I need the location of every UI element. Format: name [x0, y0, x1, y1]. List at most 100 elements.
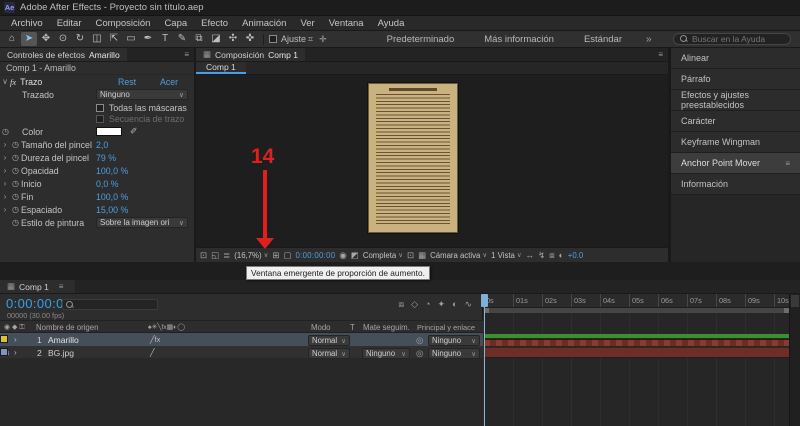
tab-timeline-comp1[interactable]: ▦ Comp 1 ≡ — [0, 280, 76, 293]
menu-item[interactable]: Archivo — [4, 16, 50, 30]
timeline-scrollbar[interactable] — [789, 294, 800, 426]
menu-item[interactable]: Efecto — [194, 16, 235, 30]
home-icon[interactable]: ⌂ — [4, 32, 20, 46]
expand-chevron-icon[interactable]: › — [0, 166, 10, 175]
reset-effect-link[interactable]: Rest — [118, 77, 136, 87]
puppet-pin-tool-icon[interactable]: ✜ — [242, 32, 258, 46]
panel-menu-icon[interactable]: ≡ — [184, 50, 189, 59]
timeline-empty-area[interactable] — [0, 359, 483, 426]
parent-pickwhip-icon[interactable]: ◎ — [416, 335, 423, 346]
eyedropper-icon[interactable]: ✐ — [130, 126, 138, 137]
comp-mini-flowchart-icon[interactable]: ⧈ — [398, 299, 404, 310]
menu-item[interactable]: Ayuda — [371, 16, 412, 30]
layer-name[interactable]: Amarillo — [48, 335, 79, 345]
region-of-interest-icon[interactable]: ⊡ — [407, 251, 414, 260]
docked-panel-tab[interactable]: Párrafo ≡ — [671, 69, 800, 90]
selection-tool-icon[interactable]: ➤ — [21, 32, 37, 46]
opacity-value[interactable]: 100,0 % — [96, 166, 128, 176]
brush-tool-icon[interactable]: ✎ — [174, 32, 190, 46]
blend-mode-select[interactable]: Normal ∨ — [308, 348, 350, 359]
layer-row-amarillo[interactable]: › 1 Amarillo ╱fx Normal ∨ ◎ Ninguno ∨ — [0, 333, 483, 346]
pan-behind-tool-icon[interactable]: ⇱ — [106, 32, 122, 46]
docked-panel-tab[interactable]: Anchor Point Mover ≡ — [671, 153, 800, 174]
parent-select[interactable]: Ninguno ∨ — [428, 348, 480, 359]
menu-item[interactable]: Composición — [89, 16, 158, 30]
viewer-tab-comp1[interactable]: Comp 1 — [196, 62, 246, 74]
workspace-tab[interactable]: Estándar — [584, 34, 622, 45]
preview-favor-icon[interactable]: ⊡ — [200, 251, 207, 260]
camera-tool-icon[interactable]: ◫ — [89, 32, 105, 46]
snapshot-icon[interactable]: ◉ — [339, 251, 346, 260]
tab-effect-controls[interactable]: Controles de efectos Amarillo — [0, 48, 127, 61]
snap-features-icon[interactable]: ✛ — [319, 34, 327, 45]
expand-chevron-icon[interactable]: › — [14, 348, 17, 357]
menu-item[interactable]: Editar — [50, 16, 89, 30]
end-value[interactable]: 100,0 % — [96, 192, 128, 202]
column-parent-link[interactable]: Principal y enlace — [417, 323, 475, 332]
column-t[interactable]: T — [350, 323, 355, 332]
docked-panel-tab[interactable]: Información ≡ — [671, 174, 800, 195]
workspace-tab[interactable]: Más información — [484, 34, 554, 45]
fast-previews-icon[interactable]: ↯ — [538, 251, 545, 260]
stopwatch-icon[interactable]: ◷ — [10, 205, 21, 214]
docked-panel-tab[interactable]: Efectos y ajustes preestablecidos ≡ — [671, 90, 800, 111]
layer-duration-bar-bg[interactable] — [484, 347, 789, 358]
brush-size-value[interactable]: 2,0 — [96, 140, 108, 150]
panel-menu-icon[interactable]: ≡ — [59, 282, 64, 291]
view-layout-icon[interactable]: ◱ — [211, 251, 219, 260]
layer-row-bg[interactable]: ◉ › 2 BG.jpg ╱ Normal∨ Ninguno∨ ◎ Ningun… — [0, 346, 483, 359]
clone-stamp-tool-icon[interactable]: ⧉ — [191, 32, 207, 46]
stopwatch-icon[interactable]: ◷ — [10, 166, 21, 175]
help-search-input[interactable] — [692, 34, 800, 44]
start-value[interactable]: 0,0 % — [96, 179, 119, 189]
path-select[interactable]: Ninguno ∨ — [96, 89, 188, 100]
expand-chevron-icon[interactable]: › — [0, 192, 10, 201]
motion-blur-icon[interactable]: ◐ — [452, 299, 457, 310]
stopwatch-icon[interactable]: ◷ — [0, 127, 11, 136]
menu-item[interactable]: Ver — [293, 16, 321, 30]
menu-item[interactable]: Ventana — [322, 16, 371, 30]
workspace-overflow-icon[interactable]: » — [646, 34, 652, 45]
layer-switches[interactable]: ╱ — [150, 348, 155, 357]
workspace-tab[interactable]: Predeterminado — [387, 34, 455, 45]
stopwatch-icon[interactable]: ◷ — [10, 140, 21, 149]
draft-3d-icon[interactable]: ◇ — [411, 299, 418, 310]
label-color-swatch[interactable] — [0, 348, 8, 356]
expand-chevron-icon[interactable]: › — [0, 179, 10, 188]
label-color-swatch[interactable] — [0, 335, 8, 343]
about-effect-link[interactable]: Acer — [160, 77, 178, 87]
docked-panel-tab[interactable]: Carácter ≡ — [671, 111, 800, 132]
shape-tool-icon[interactable]: ▭ — [123, 32, 139, 46]
stopwatch-icon[interactable]: ◷ — [10, 192, 21, 201]
mask-visibility-icon[interactable]: ▢ — [283, 251, 291, 260]
roto-brush-tool-icon[interactable]: ✣ — [225, 32, 241, 46]
zoom-tool-icon[interactable]: ⊙ — [55, 32, 71, 46]
column-mode[interactable]: Modo — [311, 323, 331, 332]
frame-blending-icon[interactable]: ✦ — [437, 299, 445, 310]
transparency-grid-icon[interactable]: ▦ — [418, 251, 426, 260]
help-search-box[interactable] — [673, 33, 800, 45]
panel-menu-icon[interactable]: ≡ — [658, 50, 663, 59]
pixel-aspect-icon[interactable]: ↔ — [526, 251, 535, 260]
all-masks-checkbox[interactable] — [96, 103, 104, 112]
docked-panel-tab[interactable]: Alinear ≡ — [671, 48, 800, 69]
mini-flowchart-icon[interactable]: ⧈ — [549, 251, 554, 260]
hand-tool-icon[interactable]: ✥ — [38, 32, 54, 46]
brush-hardness-value[interactable]: 79 % — [96, 153, 116, 163]
exposure-value[interactable]: +0.0 — [568, 251, 583, 260]
guides-options-icon[interactable]: ≣ — [223, 251, 230, 260]
expand-chevron-icon[interactable]: › — [0, 140, 10, 149]
tab-composition[interactable]: ▦ Composición Comp 1 — [196, 48, 305, 61]
stopwatch-icon[interactable]: ◷ — [10, 153, 21, 162]
layer-switches[interactable]: ╱fx — [150, 335, 160, 344]
effect-name[interactable]: Trazo — [20, 77, 42, 87]
3d-view-popup[interactable]: Cámara activa ∨ — [430, 251, 487, 260]
view-layout-popup[interactable]: 1 Vista ∨ — [491, 251, 521, 260]
expand-chevron-icon[interactable]: › — [0, 153, 10, 162]
column-source-name[interactable]: Nombre de origen — [36, 323, 98, 332]
current-time-display[interactable]: 0:00:00:00 — [296, 251, 336, 260]
layer-duration-bar-amarillo[interactable] — [484, 339, 789, 346]
magnification-popup[interactable]: (16,7%) ∨ — [234, 251, 268, 260]
paint-style-select[interactable]: Sobre la imagen ori ∨ — [96, 217, 188, 228]
orbit-camera-tool-icon[interactable]: ↻ — [72, 32, 88, 46]
